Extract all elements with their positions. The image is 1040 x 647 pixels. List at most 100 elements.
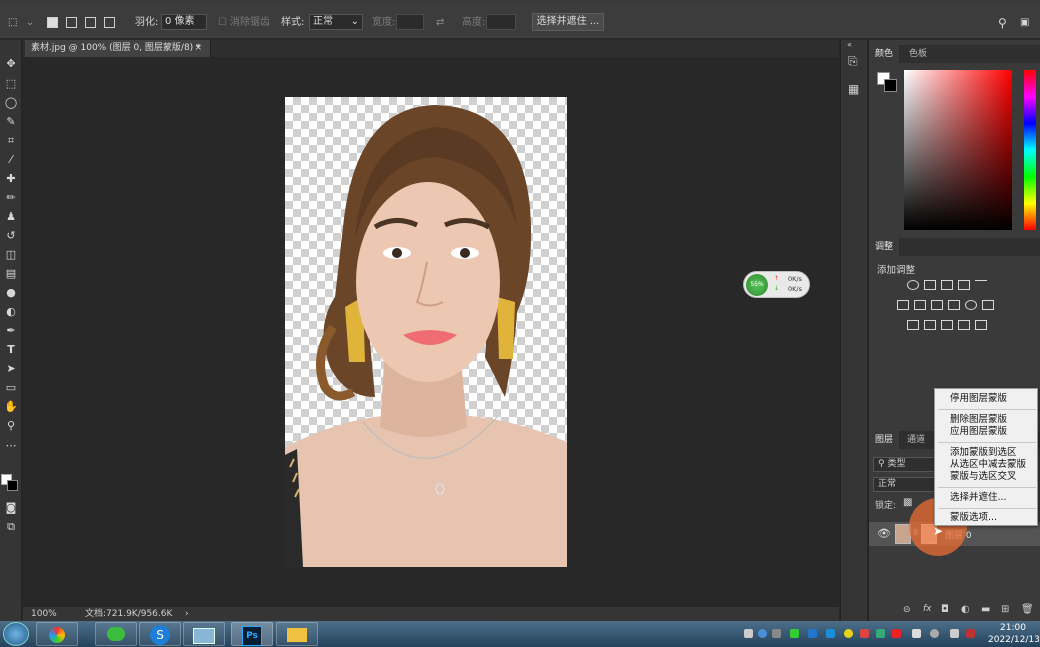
antialias-checkbox[interactable]: ☐: [218, 15, 227, 31]
tray-settings-icon[interactable]: [772, 629, 781, 638]
more-tools-icon[interactable]: ⋯: [3, 438, 19, 454]
close-icon[interactable]: ×: [194, 40, 202, 57]
gradient-tool-icon[interactable]: ▤: [3, 266, 19, 282]
color-balance-icon[interactable]: [914, 300, 926, 310]
taskbar-explorer-icon[interactable]: [276, 622, 318, 646]
chevron-down-icon[interactable]: ⌄: [26, 15, 34, 31]
width-input[interactable]: [396, 14, 424, 30]
screen-mode-icon[interactable]: ⧉: [3, 519, 19, 535]
eraser-tool-icon[interactable]: ◫: [3, 247, 19, 263]
pen-tool-icon[interactable]: ✒: [3, 323, 19, 339]
tray-ime-icon[interactable]: [930, 629, 939, 638]
new-layer-icon[interactable]: ⊞: [1001, 604, 1009, 615]
menu-item-intersect-mask[interactable]: 蒙版与选区交叉: [950, 471, 1017, 483]
marquee-preset-icon[interactable]: ⬚: [8, 15, 24, 31]
gradient-map-icon[interactable]: [975, 320, 987, 330]
height-input[interactable]: [486, 14, 516, 30]
menu-item-subtract-mask[interactable]: 从选区中减去蒙版: [950, 459, 1026, 471]
blend-mode-select[interactable]: 正常: [873, 477, 935, 492]
taskbar-app-colorful-icon[interactable]: [36, 622, 78, 646]
taskbar-sogou-icon[interactable]: S: [139, 622, 181, 646]
background-color-swatch[interactable]: [7, 480, 18, 491]
layer-filter-select[interactable]: ⚲ 类型: [873, 457, 935, 472]
stamp-tool-icon[interactable]: ♟: [3, 209, 19, 225]
tray-app-icon[interactable]: [826, 629, 835, 638]
tab-layers[interactable]: 图层: [869, 431, 900, 449]
vibrance-icon[interactable]: [975, 280, 987, 290]
clock-date[interactable]: 2022/12/13: [988, 635, 1040, 645]
swap-icon[interactable]: ⇄: [436, 15, 444, 31]
menu-item-mask-options[interactable]: 蒙版选项...: [950, 512, 997, 524]
new-selection-icon[interactable]: [47, 17, 58, 28]
hue-slider[interactable]: [1024, 70, 1036, 230]
add-selection-icon[interactable]: [66, 17, 77, 28]
history-panel-icon[interactable]: ⎘: [848, 54, 858, 69]
group-folder-icon[interactable]: ▬: [981, 604, 990, 615]
document-image[interactable]: [285, 97, 567, 567]
link-layers-icon[interactable]: ⊝: [903, 605, 911, 615]
panel-background-swatch[interactable]: [884, 79, 897, 92]
black-white-icon[interactable]: [931, 300, 943, 310]
subtract-selection-icon[interactable]: [85, 17, 96, 28]
clock-time[interactable]: 21:00: [1000, 623, 1026, 633]
style-select[interactable]: 正常 ⌄: [309, 14, 363, 30]
rectangle-tool-icon[interactable]: ▭: [3, 380, 19, 396]
curves-icon[interactable]: [941, 280, 953, 290]
color-field[interactable]: [904, 70, 1012, 230]
lock-transparency-icon[interactable]: ▩: [903, 497, 912, 508]
tray-network-icon[interactable]: [808, 629, 817, 638]
path-select-icon[interactable]: ➤: [3, 361, 19, 377]
history-brush-icon[interactable]: ↺: [3, 228, 19, 244]
tray-volume-icon[interactable]: [912, 629, 921, 638]
workspace-icon[interactable]: ▣: [1020, 15, 1029, 31]
invert-icon[interactable]: [907, 320, 919, 330]
tray-wechat-icon[interactable]: [790, 629, 799, 638]
tray-green-icon[interactable]: [876, 629, 885, 638]
quick-mask-icon[interactable]: ◙: [3, 500, 19, 516]
lasso-tool-icon[interactable]: ◯: [3, 95, 19, 111]
tray-alert-icon[interactable]: [892, 629, 901, 638]
add-mask-icon[interactable]: ◘: [941, 604, 949, 615]
select-and-mask-button[interactable]: 选择并遮住 ...: [532, 13, 604, 31]
type-tool-icon[interactable]: T: [3, 342, 19, 358]
crop-tool-icon[interactable]: ⌗: [3, 133, 19, 149]
channel-mixer-icon[interactable]: [965, 300, 977, 310]
tray-help-icon[interactable]: [758, 629, 767, 638]
intersect-selection-icon[interactable]: [104, 17, 115, 28]
photo-filter-icon[interactable]: [948, 300, 960, 310]
zoom-tool-icon[interactable]: ⚲: [3, 418, 19, 434]
marquee-tool-icon[interactable]: ⬚: [3, 76, 19, 92]
visibility-eye-icon[interactable]: 👁: [877, 527, 891, 540]
search-icon[interactable]: ⚲: [998, 15, 1007, 31]
menu-item-delete-mask[interactable]: 删除图层蒙版: [950, 414, 1007, 426]
taskbar-photoshop-icon[interactable]: Ps: [231, 622, 273, 646]
fx-icon[interactable]: fx: [923, 604, 932, 614]
tray-red-icon[interactable]: [860, 629, 869, 638]
tray-yellow-icon[interactable]: [844, 629, 853, 638]
blur-tool-icon[interactable]: ●: [3, 285, 19, 301]
chevron-right-icon[interactable]: ›: [185, 607, 189, 621]
dodge-tool-icon[interactable]: ◐: [3, 304, 19, 320]
eyedropper-tool-icon[interactable]: ⁄: [3, 152, 19, 168]
tray-keyboard-icon[interactable]: [744, 629, 753, 638]
network-speed-widget[interactable]: 55% ↑ ↓ 0K/s 0K/s: [743, 271, 810, 298]
hand-tool-icon[interactable]: ✋: [3, 399, 19, 415]
color-lookup-icon[interactable]: [982, 300, 994, 310]
trash-icon[interactable]: 🗑: [1021, 604, 1034, 615]
tray-display-icon[interactable]: [950, 629, 959, 638]
exposure-icon[interactable]: [958, 280, 970, 290]
tray-flag-icon[interactable]: [966, 629, 975, 638]
selective-color-icon[interactable]: [958, 320, 970, 330]
tab-channels[interactable]: 通道: [901, 431, 931, 449]
threshold-icon[interactable]: [941, 320, 953, 330]
levels-icon[interactable]: [924, 280, 936, 290]
zoom-level[interactable]: 100%: [31, 607, 57, 621]
start-button-icon[interactable]: [3, 622, 29, 646]
taskbar-wechat-icon[interactable]: [95, 622, 137, 646]
quick-select-tool-icon[interactable]: ✎: [3, 114, 19, 130]
tab-adjustments[interactable]: 调整: [869, 238, 900, 256]
collapse-icon[interactable]: «: [847, 40, 852, 49]
adjustment-layer-icon[interactable]: ◐: [961, 604, 970, 615]
menu-item-disable-mask[interactable]: 停用图层蒙版: [950, 393, 1007, 405]
tab-color[interactable]: 颜色: [869, 45, 900, 63]
